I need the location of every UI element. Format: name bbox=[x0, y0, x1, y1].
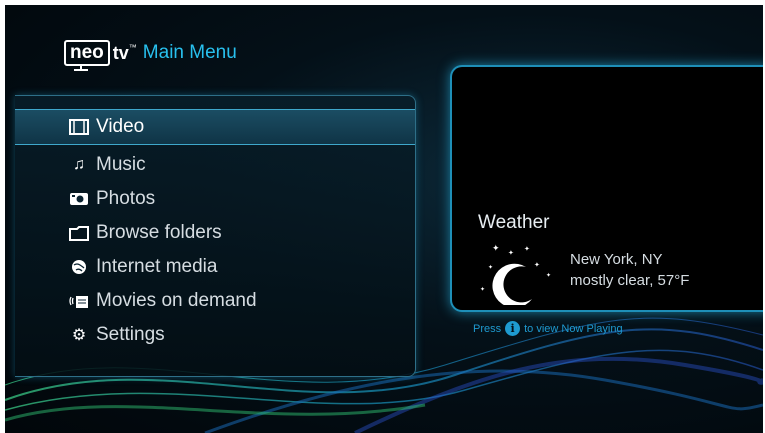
globe-icon bbox=[68, 257, 90, 277]
weather-title: Weather bbox=[478, 212, 550, 233]
hint-suffix: to view Now Playing bbox=[524, 322, 623, 335]
menu-item-photos[interactable]: Photos bbox=[15, 182, 415, 216]
menu-label: Music bbox=[96, 154, 146, 175]
folder-icon bbox=[68, 223, 90, 243]
menu-label: Internet media bbox=[96, 256, 218, 277]
menu-item-settings[interactable]: ⚙ Settings bbox=[15, 318, 415, 352]
logo-trademark: ™ bbox=[128, 42, 137, 52]
menu-label: Browse folders bbox=[96, 222, 222, 243]
moon-stars-icon: ✦ ✦ ✦ ✦ ✦ ✦ ✦ bbox=[480, 243, 551, 305]
music-note-icon: ♫ bbox=[73, 156, 85, 173]
svg-text:✦: ✦ bbox=[524, 245, 530, 253]
film-icon bbox=[68, 117, 90, 137]
logo-tv: tv bbox=[112, 42, 129, 63]
main-menu: Video ♫ Music Photos Browse folders Inte… bbox=[15, 95, 416, 377]
menu-label: Movies on demand bbox=[96, 290, 257, 311]
svg-text:✦: ✦ bbox=[488, 264, 493, 271]
gears-icon: ⚙ bbox=[71, 327, 87, 344]
svg-text:✦: ✦ bbox=[492, 243, 500, 253]
menu-item-video[interactable]: Video bbox=[15, 109, 415, 145]
svg-text:✦: ✦ bbox=[534, 261, 540, 269]
logo-base bbox=[74, 69, 88, 71]
menu-item-movies-on-demand[interactable]: Movies on demand bbox=[15, 284, 415, 318]
hint-prefix: Press bbox=[473, 322, 502, 335]
info-button-icon: i bbox=[505, 321, 521, 336]
menu-label: Photos bbox=[96, 188, 156, 209]
tv-screen: neo tv ™ Main Menu Video ♫ Music Photos bbox=[5, 5, 763, 433]
menu-item-internet-media[interactable]: Internet media bbox=[15, 250, 415, 284]
page-title: Main Menu bbox=[142, 42, 237, 63]
svg-text:✦: ✦ bbox=[508, 249, 514, 257]
camera-icon bbox=[68, 189, 90, 209]
svg-text:✦: ✦ bbox=[546, 272, 551, 279]
logo-neo: neo bbox=[64, 40, 110, 66]
info-panel: Weather ✦ ✦ ✦ ✦ ✦ ✦ ✦ New York, NY mostl… bbox=[450, 65, 763, 312]
menu-label: Video bbox=[96, 116, 145, 137]
menu-label: Settings bbox=[96, 324, 165, 345]
streaming-icon bbox=[68, 291, 90, 311]
menu-item-browse-folders[interactable]: Browse folders bbox=[15, 216, 415, 250]
svg-text:✦: ✦ bbox=[480, 286, 485, 293]
neotv-logo: neo tv ™ Main Menu bbox=[64, 40, 237, 71]
menu-item-music[interactable]: ♫ Music bbox=[15, 148, 415, 182]
weather-condition: mostly clear, 57°F bbox=[570, 272, 690, 289]
weather-location: New York, NY bbox=[570, 251, 663, 268]
now-playing-hint: Press i to view Now Playing bbox=[473, 321, 623, 336]
